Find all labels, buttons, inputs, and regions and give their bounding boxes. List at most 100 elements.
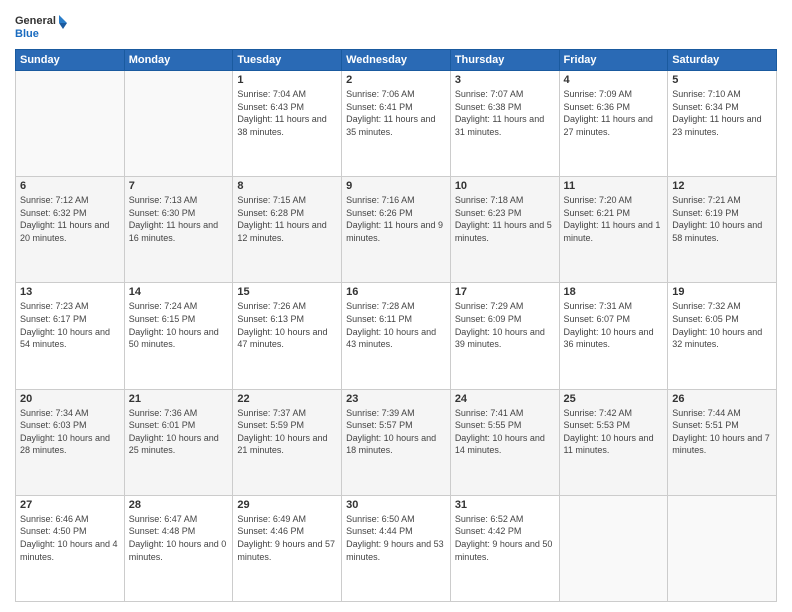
day-number: 16: [346, 286, 446, 298]
logo-svg: General Blue: [15, 10, 70, 45]
day-number: 20: [20, 393, 120, 405]
day-number: 7: [129, 180, 229, 192]
day-number: 14: [129, 286, 229, 298]
svg-text:General: General: [15, 15, 56, 27]
day-info: Sunrise: 6:50 AMSunset: 4:44 PMDaylight:…: [346, 513, 446, 563]
calendar-cell: 3Sunrise: 7:07 AMSunset: 6:38 PMDaylight…: [450, 71, 559, 177]
day-info: Sunrise: 7:44 AMSunset: 5:51 PMDaylight:…: [672, 407, 772, 457]
day-info: Sunrise: 7:42 AMSunset: 5:53 PMDaylight:…: [564, 407, 664, 457]
day-info: Sunrise: 7:28 AMSunset: 6:11 PMDaylight:…: [346, 300, 446, 350]
day-number: 11: [564, 180, 664, 192]
calendar-cell: 6 Sunrise: 7:12 AMSunset: 6:32 PMDaylight…: [16, 177, 125, 283]
day-number: 18: [564, 286, 664, 298]
day-info: Sunrise: 7:12 AMSunset: 6:32 PMDaylight:…: [20, 194, 120, 244]
day-number: 12: [672, 180, 772, 192]
day-info: Sunrise: 6:49 AMSunset: 4:46 PMDaylight:…: [237, 513, 337, 563]
day-info: Sunrise: 6:47 AMSunset: 4:48 PMDaylight:…: [129, 513, 229, 563]
day-number: 10: [455, 180, 555, 192]
header-wednesday: Wednesday: [342, 50, 451, 71]
day-number: 8: [237, 180, 337, 192]
day-info: Sunrise: 7:29 AMSunset: 6:09 PMDaylight:…: [455, 300, 555, 350]
calendar-cell: 18 Sunrise: 7:31 AMSunset: 6:07 PMDayligh…: [559, 283, 668, 389]
day-info: Sunrise: 7:41 AMSunset: 5:55 PMDaylight:…: [455, 407, 555, 457]
calendar-cell: 22Sunrise: 7:37 AMSunset: 5:59 PMDayligh…: [233, 389, 342, 495]
header-friday: Friday: [559, 50, 668, 71]
day-number: 26: [672, 393, 772, 405]
day-number: 13: [20, 286, 120, 298]
day-number: 9: [346, 180, 446, 192]
week-row-4: 20 Sunrise: 7:34 AMSunset: 6:03 PMDayligh…: [16, 389, 777, 495]
day-info: Sunrise: 7:23 AMSunset: 6:17 PMDaylight:…: [20, 300, 120, 350]
calendar-cell: 31 Sunrise: 6:52 AMSunset: 4:42 PMDayligh…: [450, 495, 559, 601]
day-info: Sunrise: 7:16 AMSunset: 6:26 PMDaylight:…: [346, 194, 446, 244]
calendar-cell: 4 Sunrise: 7:09 AMSunset: 6:36 PMDaylight…: [559, 71, 668, 177]
week-row-2: 6 Sunrise: 7:12 AMSunset: 6:32 PMDaylight…: [16, 177, 777, 283]
day-info: Sunrise: 7:04 AMSunset: 6:43 PMDaylight:…: [237, 88, 337, 138]
week-row-5: 27Sunrise: 6:46 AMSunset: 4:50 PMDayligh…: [16, 495, 777, 601]
calendar-cell: 7 Sunrise: 7:13 AMSunset: 6:30 PMDaylight…: [124, 177, 233, 283]
header-tuesday: Tuesday: [233, 50, 342, 71]
calendar-cell: 20 Sunrise: 7:34 AMSunset: 6:03 PMDayligh…: [16, 389, 125, 495]
week-row-1: 1 Sunrise: 7:04 AMSunset: 6:43 PMDaylight…: [16, 71, 777, 177]
calendar-cell: 16 Sunrise: 7:28 AMSunset: 6:11 PMDayligh…: [342, 283, 451, 389]
logo: General Blue: [15, 10, 70, 45]
calendar-cell: 12Sunrise: 7:21 AMSunset: 6:19 PMDayligh…: [668, 177, 777, 283]
day-number: 25: [564, 393, 664, 405]
calendar: SundayMondayTuesdayWednesdayThursdayFrid…: [15, 49, 777, 602]
svg-text:Blue: Blue: [15, 28, 39, 40]
day-number: 23: [346, 393, 446, 405]
header-sunday: Sunday: [16, 50, 125, 71]
calendar-cell: [559, 495, 668, 601]
day-number: 5: [672, 74, 772, 86]
calendar-cell: 29 Sunrise: 6:49 AMSunset: 4:46 PMDayligh…: [233, 495, 342, 601]
day-info: Sunrise: 7:26 AMSunset: 6:13 PMDaylight:…: [237, 300, 337, 350]
calendar-cell: 21 Sunrise: 7:36 AMSunset: 6:01 PMDayligh…: [124, 389, 233, 495]
day-number: 21: [129, 393, 229, 405]
calendar-cell: [668, 495, 777, 601]
week-row-3: 13 Sunrise: 7:23 AMSunset: 6:17 PMDayligh…: [16, 283, 777, 389]
day-info: Sunrise: 7:15 AMSunset: 6:28 PMDaylight:…: [237, 194, 337, 244]
calendar-cell: 17 Sunrise: 7:29 AMSunset: 6:09 PMDayligh…: [450, 283, 559, 389]
calendar-cell: 10 Sunrise: 7:18 AMSunset: 6:23 PMDayligh…: [450, 177, 559, 283]
calendar-header-row: SundayMondayTuesdayWednesdayThursdayFrid…: [16, 50, 777, 71]
day-number: 2: [346, 74, 446, 86]
day-number: 1: [237, 74, 337, 86]
day-number: 6: [20, 180, 120, 192]
day-info: Sunrise: 7:36 AMSunset: 6:01 PMDaylight:…: [129, 407, 229, 457]
day-info: Sunrise: 7:20 AMSunset: 6:21 PMDaylight:…: [564, 194, 664, 244]
calendar-cell: 8 Sunrise: 7:15 AMSunset: 6:28 PMDaylight…: [233, 177, 342, 283]
day-number: 27: [20, 499, 120, 511]
day-number: 17: [455, 286, 555, 298]
day-info: Sunrise: 7:24 AMSunset: 6:15 PMDaylight:…: [129, 300, 229, 350]
calendar-cell: 26 Sunrise: 7:44 AMSunset: 5:51 PMDayligh…: [668, 389, 777, 495]
day-info: Sunrise: 6:52 AMSunset: 4:42 PMDaylight:…: [455, 513, 555, 563]
day-number: 3: [455, 74, 555, 86]
day-info: Sunrise: 7:18 AMSunset: 6:23 PMDaylight:…: [455, 194, 555, 244]
day-info: Sunrise: 7:09 AMSunset: 6:36 PMDaylight:…: [564, 88, 664, 138]
day-number: 29: [237, 499, 337, 511]
day-number: 28: [129, 499, 229, 511]
calendar-cell: 2 Sunrise: 7:06 AMSunset: 6:41 PMDaylight…: [342, 71, 451, 177]
day-info: Sunrise: 7:31 AMSunset: 6:07 PMDaylight:…: [564, 300, 664, 350]
header-thursday: Thursday: [450, 50, 559, 71]
calendar-cell: 15Sunrise: 7:26 AMSunset: 6:13 PMDayligh…: [233, 283, 342, 389]
day-number: 31: [455, 499, 555, 511]
calendar-cell: 30Sunrise: 6:50 AMSunset: 4:44 PMDayligh…: [342, 495, 451, 601]
day-info: Sunrise: 7:39 AMSunset: 5:57 PMDaylight:…: [346, 407, 446, 457]
calendar-cell: 23 Sunrise: 7:39 AMSunset: 5:57 PMDayligh…: [342, 389, 451, 495]
calendar-cell: [124, 71, 233, 177]
day-number: 4: [564, 74, 664, 86]
calendar-cell: 14 Sunrise: 7:24 AMSunset: 6:15 PMDayligh…: [124, 283, 233, 389]
calendar-cell: 5 Sunrise: 7:10 AMSunset: 6:34 PMDaylight…: [668, 71, 777, 177]
day-info: Sunrise: 7:34 AMSunset: 6:03 PMDaylight:…: [20, 407, 120, 457]
calendar-cell: 1 Sunrise: 7:04 AMSunset: 6:43 PMDaylight…: [233, 71, 342, 177]
calendar-cell: 27Sunrise: 6:46 AMSunset: 4:50 PMDayligh…: [16, 495, 125, 601]
calendar-cell: 28 Sunrise: 6:47 AMSunset: 4:48 PMDayligh…: [124, 495, 233, 601]
calendar-cell: [16, 71, 125, 177]
day-info: Sunrise: 7:06 AMSunset: 6:41 PMDaylight:…: [346, 88, 446, 138]
day-info: Sunrise: 7:37 AMSunset: 5:59 PMDaylight:…: [237, 407, 337, 457]
calendar-cell: 19Sunrise: 7:32 AMSunset: 6:05 PMDayligh…: [668, 283, 777, 389]
calendar-cell: 11 Sunrise: 7:20 AMSunset: 6:21 PMDayligh…: [559, 177, 668, 283]
day-info: Sunrise: 7:13 AMSunset: 6:30 PMDaylight:…: [129, 194, 229, 244]
day-info: Sunrise: 7:10 AMSunset: 6:34 PMDaylight:…: [672, 88, 772, 138]
